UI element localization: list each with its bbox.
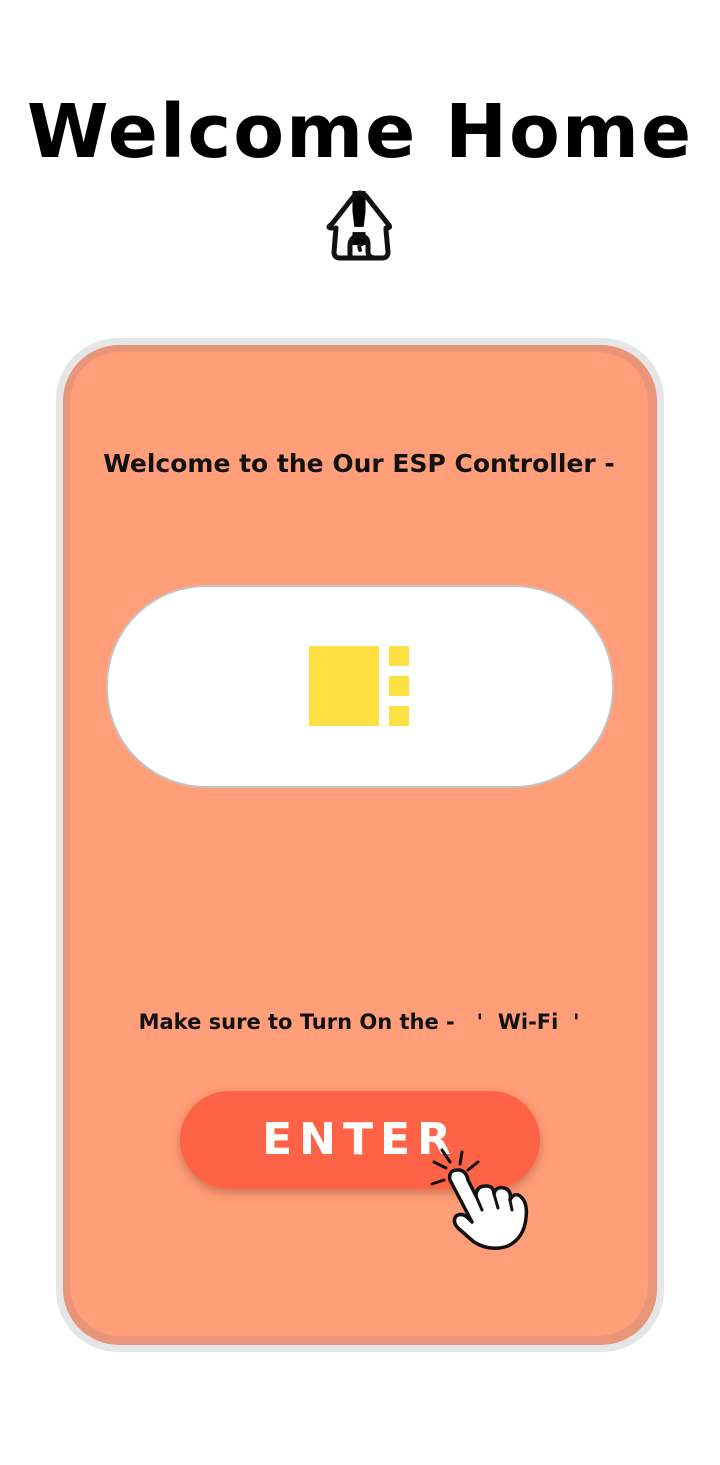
welcome-screen: Welcome Home ! Welcome to the Our ESP Co… — [0, 0, 720, 1465]
wifi-hint: Make sure to Turn On the - ' Wi-Fi ' — [138, 1010, 580, 1034]
hand-pointer-icon — [430, 1148, 529, 1250]
welcome-message: Welcome to the Our ESP Controller - — [103, 449, 615, 478]
home-icon — [326, 190, 393, 261]
chip-icon — [309, 646, 409, 726]
